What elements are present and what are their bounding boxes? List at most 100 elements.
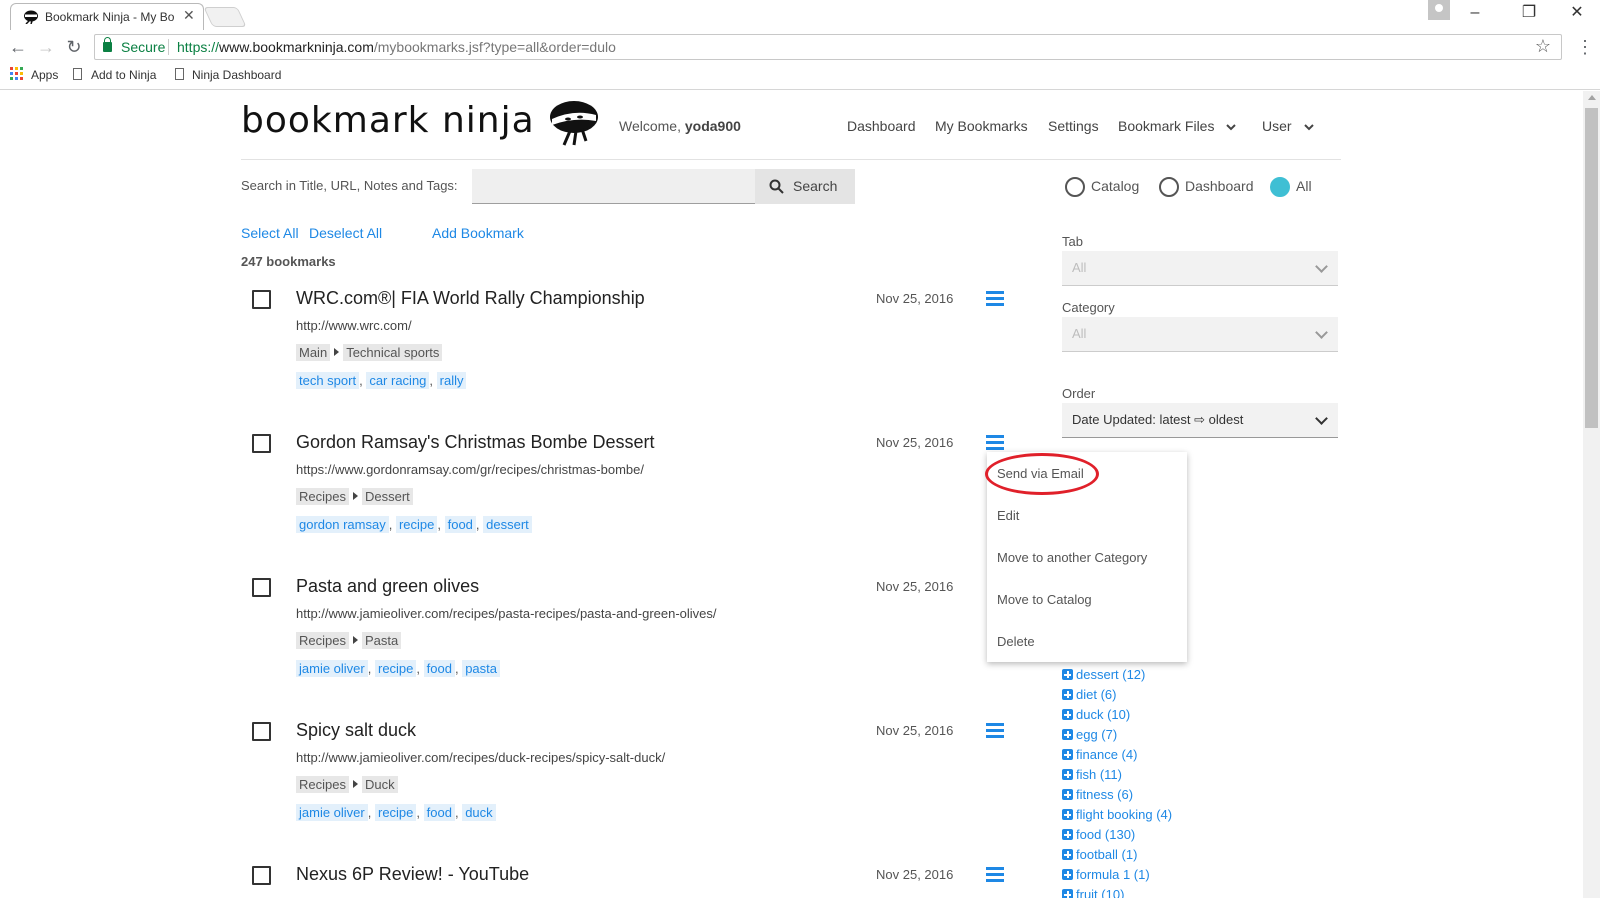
nav-user[interactable]: User: [1262, 118, 1292, 134]
tag[interactable]: car racing: [366, 372, 430, 389]
tag[interactable]: jamie oliver: [296, 804, 368, 821]
nav-dashboard[interactable]: Dashboard: [847, 118, 916, 134]
bookmark-ninja-dashboard[interactable]: Ninja Dashboard: [192, 68, 281, 82]
bookmark-title[interactable]: Nexus 6P Review! - YouTube: [296, 864, 529, 885]
menu-move-to-catalog[interactable]: Move to Catalog: [997, 592, 1092, 607]
bookmark-checkbox[interactable]: [252, 290, 271, 309]
menu-move-category[interactable]: Move to another Category: [997, 550, 1147, 565]
tag[interactable]: rally: [436, 372, 467, 389]
bookmark-checkbox[interactable]: [252, 722, 271, 741]
hamburger-menu-icon[interactable]: [986, 867, 1004, 882]
tag[interactable]: recipe: [374, 804, 417, 821]
site-logo-text[interactable]: bookmark ninja: [241, 100, 535, 141]
forward-icon[interactable]: →: [34, 36, 58, 58]
radio-dashboard[interactable]: [1159, 177, 1179, 197]
nav-bookmark-files[interactable]: Bookmark Files: [1118, 118, 1214, 134]
bookmark-url[interactable]: http://www.jamieoliver.com/recipes/duck-…: [296, 750, 665, 765]
scroll-thumb[interactable]: [1585, 108, 1598, 428]
tag-cloud-item[interactable]: flight booking (4): [1062, 807, 1172, 822]
tab-filter-select[interactable]: All: [1062, 251, 1338, 286]
search-button[interactable]: Search: [755, 169, 855, 204]
add-bookmark-link[interactable]: Add Bookmark: [432, 225, 524, 241]
page-scrollbar[interactable]: [1583, 91, 1600, 898]
tag[interactable]: dessert: [483, 516, 532, 533]
tag-cloud-item[interactable]: finance (4): [1062, 747, 1137, 762]
apps-grid-icon[interactable]: [10, 67, 24, 81]
tag[interactable]: food: [444, 516, 476, 533]
bookmark-star-icon[interactable]: ☆: [1535, 36, 1551, 57]
tag[interactable]: tech sport: [296, 372, 360, 389]
bookmark-add-to-ninja[interactable]: Add to Ninja: [91, 68, 156, 82]
tag[interactable]: pasta: [462, 660, 500, 677]
bookmark-url[interactable]: http://www.jamieoliver.com/recipes/pasta…: [296, 606, 717, 621]
bookmark-apps[interactable]: Apps: [31, 68, 58, 82]
select-all-link[interactable]: Select All: [241, 225, 299, 241]
tag[interactable]: food: [423, 660, 455, 677]
tag[interactable]: gordon ramsay: [296, 516, 389, 533]
tag-cloud-item[interactable]: fruit (10): [1062, 887, 1124, 898]
path-tab[interactable]: Main: [296, 344, 331, 361]
radio-catalog[interactable]: [1065, 177, 1085, 197]
bookmark-checkbox[interactable]: [252, 434, 271, 453]
restore-icon[interactable]: ❐: [1514, 2, 1544, 24]
tag-cloud-item[interactable]: dessert (12): [1062, 667, 1145, 682]
path-tab[interactable]: Recipes: [296, 776, 349, 793]
hamburger-menu-icon-active[interactable]: [986, 435, 1004, 450]
path-category[interactable]: Duck: [361, 776, 398, 793]
path-category[interactable]: Pasta: [361, 632, 402, 649]
minimize-icon[interactable]: –: [1460, 2, 1490, 24]
address-bar[interactable]: Secure https://www.bookmarkninja.com/myb…: [94, 34, 1562, 60]
scroll-up-icon[interactable]: [1588, 95, 1596, 100]
new-tab-button[interactable]: [203, 7, 247, 27]
tag-cloud-item[interactable]: egg (7): [1062, 727, 1117, 742]
search-input[interactable]: [472, 169, 755, 204]
tag[interactable]: recipe: [395, 516, 438, 533]
tag-cloud-item[interactable]: food (130): [1062, 827, 1135, 842]
bookmark-checkbox[interactable]: [252, 866, 271, 885]
bookmark-url[interactable]: http://www.wrc.com/: [296, 318, 412, 333]
path-tab[interactable]: Recipes: [296, 632, 349, 649]
browser-menu-icon[interactable]: ⋮: [1576, 36, 1594, 58]
menu-delete[interactable]: Delete: [997, 634, 1035, 649]
path-category[interactable]: Dessert: [361, 488, 413, 505]
menu-edit[interactable]: Edit: [997, 508, 1019, 523]
tag-cloud-item[interactable]: fish (11): [1062, 767, 1122, 782]
tag-cloud-item[interactable]: formula 1 (1): [1062, 867, 1150, 882]
chevron-down-icon[interactable]: [1304, 124, 1314, 131]
radio-all-label[interactable]: All: [1296, 178, 1312, 194]
profile-icon[interactable]: [1428, 0, 1450, 20]
ninja-logo-icon[interactable]: [548, 99, 600, 147]
chevron-down-icon[interactable]: [1226, 124, 1236, 131]
nav-my-bookmarks[interactable]: My Bookmarks: [935, 118, 1028, 134]
tag[interactable]: duck: [462, 804, 496, 821]
window-close-icon[interactable]: ✕: [1562, 2, 1592, 24]
tag[interactable]: recipe: [374, 660, 417, 677]
path-tab[interactable]: Recipes: [296, 488, 349, 505]
hamburger-menu-icon[interactable]: [986, 723, 1004, 738]
bookmark-title[interactable]: Gordon Ramsay's Christmas Bombe Dessert: [296, 432, 655, 453]
back-icon[interactable]: ←: [6, 36, 30, 58]
radio-all[interactable]: [1270, 177, 1290, 197]
tab-close-icon[interactable]: ✕: [183, 7, 195, 24]
bookmark-title[interactable]: WRC.com®| FIA World Rally Championship: [296, 288, 645, 309]
hamburger-menu-icon[interactable]: [986, 291, 1004, 306]
deselect-all-link[interactable]: Deselect All: [309, 225, 382, 241]
nav-settings[interactable]: Settings: [1048, 118, 1099, 134]
radio-dashboard-label[interactable]: Dashboard: [1185, 178, 1254, 194]
bookmark-checkbox[interactable]: [252, 578, 271, 597]
radio-catalog-label[interactable]: Catalog: [1091, 178, 1139, 194]
bookmark-title[interactable]: Pasta and green olives: [296, 576, 479, 597]
tag-cloud-item[interactable]: football (1): [1062, 847, 1137, 862]
tag-cloud-item[interactable]: duck (10): [1062, 707, 1130, 722]
tag[interactable]: food: [423, 804, 455, 821]
path-category[interactable]: Technical sports: [343, 344, 443, 361]
bookmark-url[interactable]: https://www.gordonramsay.com/gr/recipes/…: [296, 462, 644, 477]
tag-cloud-item[interactable]: diet (6): [1062, 687, 1116, 702]
tag[interactable]: jamie oliver: [296, 660, 368, 677]
order-select[interactable]: Date Updated: latest ⇨ oldest: [1062, 403, 1338, 438]
bookmark-title[interactable]: Spicy salt duck: [296, 720, 416, 741]
browser-tab[interactable]: Bookmark Ninja - My Bo ✕: [10, 3, 204, 30]
reload-icon[interactable]: ↻: [62, 36, 86, 58]
category-filter-select[interactable]: All: [1062, 317, 1338, 352]
tag-cloud-item[interactable]: fitness (6): [1062, 787, 1133, 802]
